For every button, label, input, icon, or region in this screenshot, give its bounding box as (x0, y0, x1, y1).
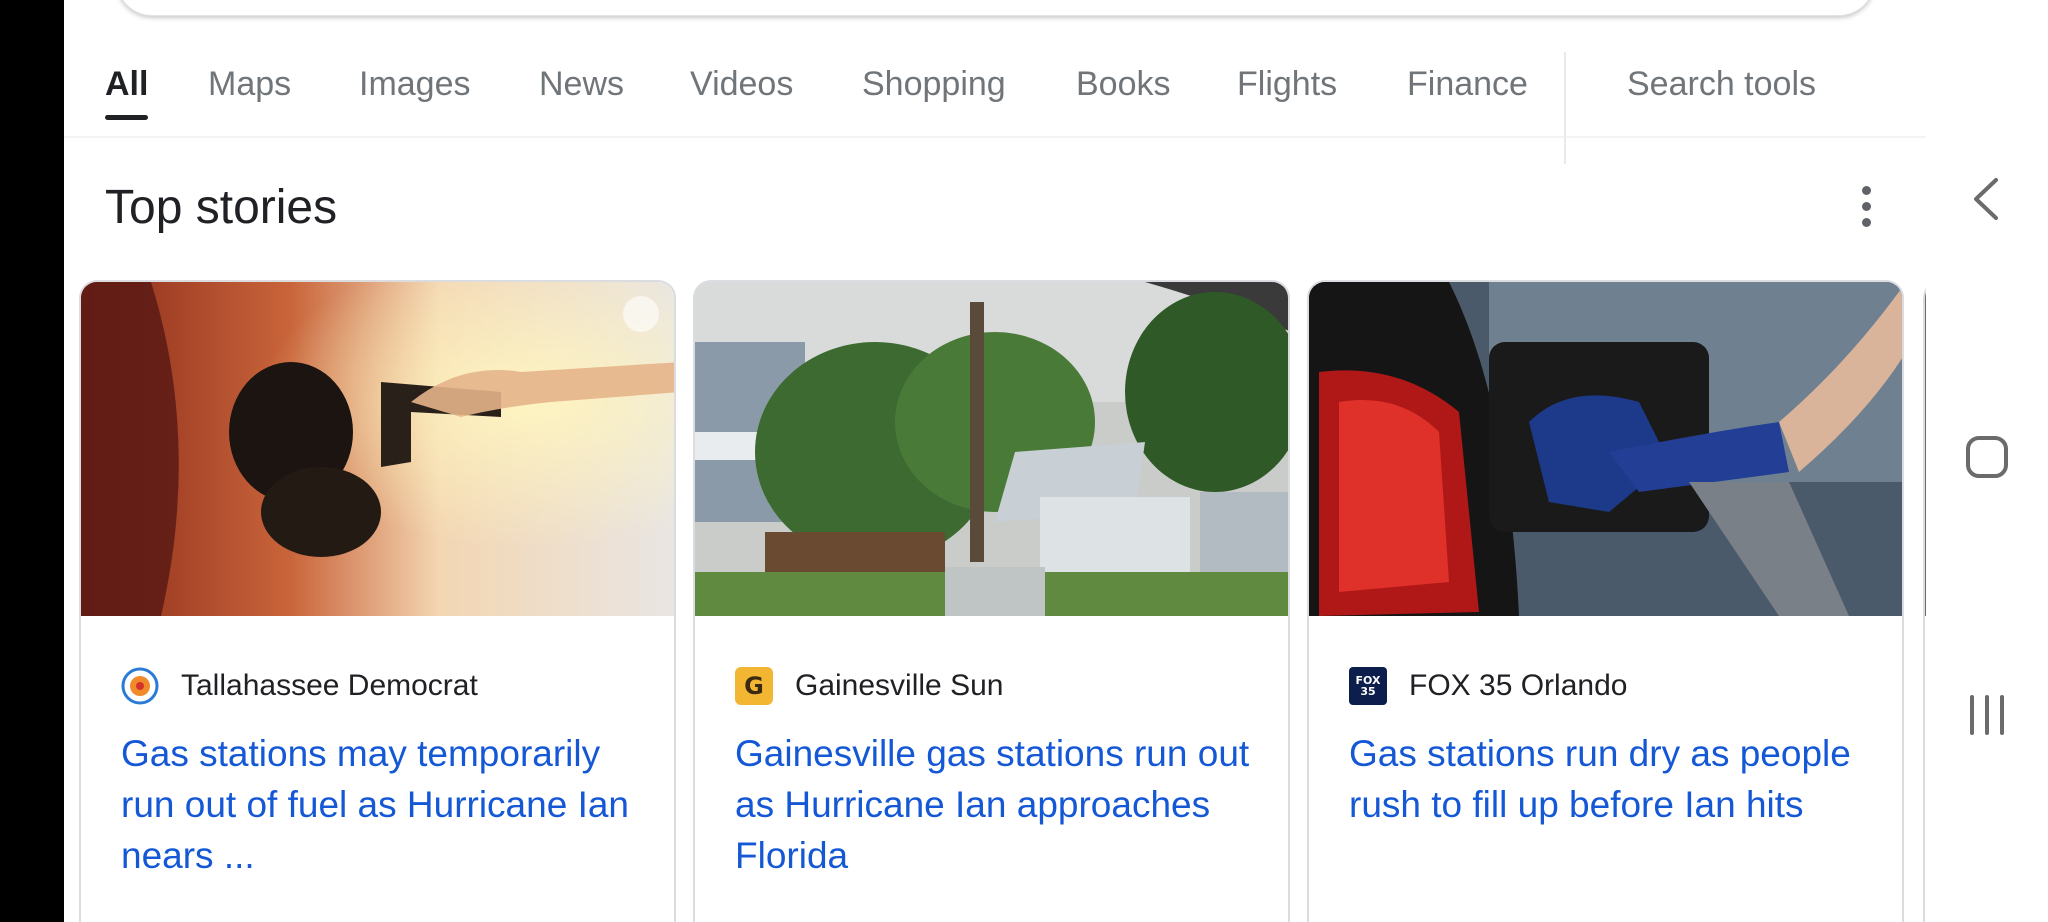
top-stories-heading: Top stories (105, 181, 338, 234)
tallahassee-democrat-logo (121, 667, 159, 705)
story-source: Tallahassee Democrat (181, 669, 478, 702)
left-black-edge (0, 0, 64, 922)
tab-images[interactable]: Images (359, 56, 471, 112)
story-image (81, 282, 674, 616)
tab-finance[interactable]: Finance (1407, 56, 1528, 112)
story-image (695, 282, 1288, 616)
recents-icon[interactable] (1962, 690, 2012, 740)
tab-books[interactable]: Books (1076, 56, 1171, 112)
story-headline-link[interactable]: Gainesville gas stations run out as Hurr… (735, 728, 1265, 881)
gainesville-sun-logo: G (735, 667, 773, 705)
system-navigation-bar (1926, 0, 2048, 922)
search-results-page: All Maps Images News Videos Shopping Boo… (64, 0, 1943, 922)
tab-shopping[interactable]: Shopping (862, 56, 1006, 112)
story-card[interactable]: Tallahassee Democrat Gas stations may te… (79, 280, 676, 922)
search-box[interactable] (116, 0, 1875, 16)
tab-flights[interactable]: Flights (1237, 56, 1337, 112)
story-source: FOX 35 Orlando (1409, 669, 1628, 702)
story-image (1309, 282, 1902, 616)
search-tabs-bar: All Maps Images News Videos Shopping Boo… (64, 28, 1926, 164)
story-card[interactable]: FOX 35 FOX 35 Orlando Gas stations run d… (1307, 280, 1904, 922)
story-source: Gainesville Sun (795, 669, 1004, 702)
story-headline-link[interactable]: Gas stations run dry as people rush to f… (1349, 728, 1879, 830)
tab-videos[interactable]: Videos (690, 56, 793, 112)
back-icon[interactable] (1962, 174, 2012, 224)
more-vert-icon[interactable] (1854, 186, 1878, 232)
tabs-divider (1564, 52, 1566, 164)
story-headline-link[interactable]: Gas stations may temporarily run out of … (121, 728, 651, 881)
story-card[interactable]: G Gainesville Sun Gainesville gas statio… (693, 280, 1290, 922)
search-tools-button[interactable]: Search tools (1627, 56, 1816, 112)
fox35-logo: FOX 35 (1349, 667, 1387, 705)
tab-maps[interactable]: Maps (208, 56, 291, 112)
home-icon[interactable] (1962, 432, 2012, 482)
tab-all[interactable]: All (105, 56, 149, 120)
tab-news[interactable]: News (539, 56, 624, 112)
